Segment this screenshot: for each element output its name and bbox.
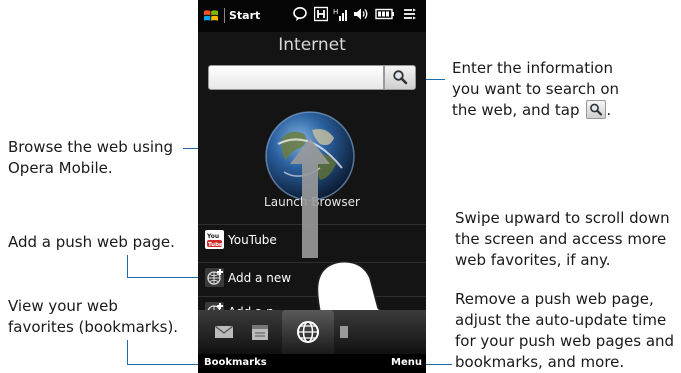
view-annotation-line2: favorites (bookmarks). bbox=[8, 318, 179, 336]
tab-next[interactable] bbox=[338, 314, 352, 350]
tab-messages[interactable] bbox=[206, 314, 242, 350]
swipe-annotation: Swipe upward to scroll down the screen a… bbox=[455, 208, 670, 271]
tab-next-icon bbox=[340, 326, 348, 338]
remove-annotation-line1: Remove a push web page, bbox=[455, 290, 654, 308]
tab-bar bbox=[198, 310, 426, 354]
add-push-leader-h bbox=[127, 277, 205, 278]
search-annotation-suffix: . bbox=[606, 101, 612, 119]
connection-settings-icon[interactable] bbox=[402, 6, 418, 26]
softkey-bar: Bookmarks Menu bbox=[198, 354, 426, 373]
search-input[interactable] bbox=[208, 65, 384, 90]
svg-text:You: You bbox=[206, 233, 219, 240]
browse-annotation-line2: Opera Mobile. bbox=[8, 159, 113, 177]
svg-text:Tube: Tube bbox=[208, 242, 223, 248]
search-annotation: Enter the information you want to search… bbox=[452, 58, 619, 121]
view-favorites-annotation: View your web favorites (bookmarks). bbox=[8, 296, 178, 338]
svg-text:H: H bbox=[333, 8, 338, 16]
menu-softkey[interactable]: Menu bbox=[391, 357, 422, 368]
signal-strength-icon: H bbox=[333, 6, 349, 26]
list-item-label: YouTube bbox=[228, 233, 277, 247]
view-leader-h bbox=[127, 364, 207, 365]
speaker-volume-icon[interactable] bbox=[353, 6, 369, 26]
phone-screen: Start H Internet Launch Browser You Tube… bbox=[198, 0, 426, 373]
add-push-leader-v bbox=[127, 255, 128, 277]
bookmarks-softkey[interactable]: Bookmarks bbox=[204, 357, 267, 368]
search-bar bbox=[208, 65, 416, 92]
page-title: Internet bbox=[278, 35, 346, 55]
globe-tab-icon bbox=[297, 321, 319, 343]
battery-icon bbox=[375, 6, 395, 26]
status-bar: Start H bbox=[198, 0, 426, 32]
swipe-annotation-line1: Swipe upward to scroll down bbox=[455, 209, 670, 227]
browse-annotation-line1: Browse the web using bbox=[8, 138, 174, 156]
remove-annotation-line3: for your push web pages and bbox=[455, 332, 675, 350]
remove-annotation-line4: bookmarks, and more. bbox=[455, 353, 625, 371]
search-annotation-prefix: the web, and tap bbox=[452, 101, 580, 119]
swipe-annotation-line2: the screen and access more bbox=[455, 230, 667, 248]
windows-start-icon[interactable] bbox=[203, 8, 219, 24]
envelope-icon bbox=[214, 325, 234, 338]
search-magnifier-icon bbox=[586, 100, 607, 119]
browse-annotation: Browse the web using Opera Mobile. bbox=[8, 137, 173, 179]
calendar-icon bbox=[252, 325, 268, 340]
remove-annotation-line2: adjust the auto-update time bbox=[455, 311, 667, 329]
youtube-icon: You Tube bbox=[205, 230, 224, 249]
tab-calendar[interactable] bbox=[242, 314, 278, 350]
search-annotation-line3: the web, and tap . bbox=[452, 100, 619, 121]
hsdpa-icon bbox=[313, 6, 329, 26]
search-icon bbox=[393, 70, 408, 85]
search-annotation-line1: Enter the information bbox=[452, 59, 613, 77]
search-button[interactable] bbox=[384, 65, 416, 90]
search-annotation-line2: you want to search on bbox=[452, 80, 620, 98]
tab-internet[interactable] bbox=[282, 310, 334, 354]
notification-icon[interactable] bbox=[293, 6, 308, 26]
add-web-icon bbox=[205, 268, 224, 287]
remove-annotation: Remove a push web page, adjust the auto-… bbox=[455, 289, 674, 373]
view-leader-v bbox=[127, 340, 128, 364]
view-annotation-line1: View your web bbox=[8, 297, 118, 315]
swipe-annotation-line3: web favorites, if any. bbox=[455, 251, 611, 269]
add-push-annotation: Add a push web page. bbox=[8, 232, 175, 253]
add-push-annotation-text: Add a push web page. bbox=[8, 233, 175, 251]
start-label[interactable]: Start bbox=[229, 9, 260, 22]
status-separator bbox=[224, 8, 225, 23]
